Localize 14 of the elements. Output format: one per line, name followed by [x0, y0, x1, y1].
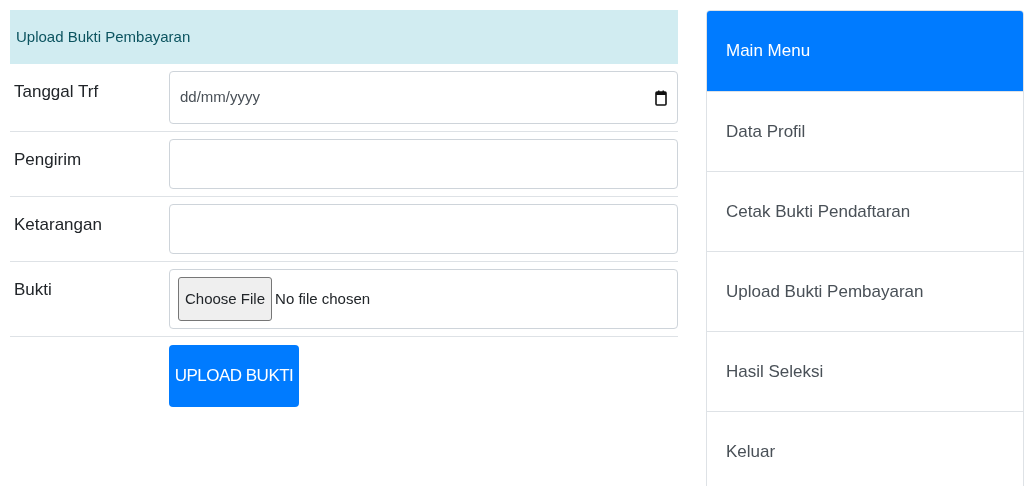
file-status: No file chosen [275, 288, 371, 309]
choose-file-button[interactable]: Choose File [178, 277, 273, 321]
form-header: Upload Bukti Pembayaran [10, 10, 678, 64]
field-label: Ketarangan [13, 214, 103, 236]
field-label: Bukti [13, 279, 53, 301]
field-label: Tanggal Trf [13, 81, 100, 103]
text-field[interactable] [169, 204, 678, 254]
field-label: Pengirim [13, 149, 83, 171]
text-field[interactable] [169, 139, 678, 189]
file-field[interactable]: Choose File No file chosen [169, 269, 678, 329]
menu-item[interactable]: Main Menu [707, 11, 1023, 91]
upload-button[interactable]: UPLOAD BUKTI [169, 345, 299, 407]
calendar-icon[interactable] [655, 89, 667, 106]
date-field[interactable]: dd/mm/yyyy [169, 71, 678, 124]
